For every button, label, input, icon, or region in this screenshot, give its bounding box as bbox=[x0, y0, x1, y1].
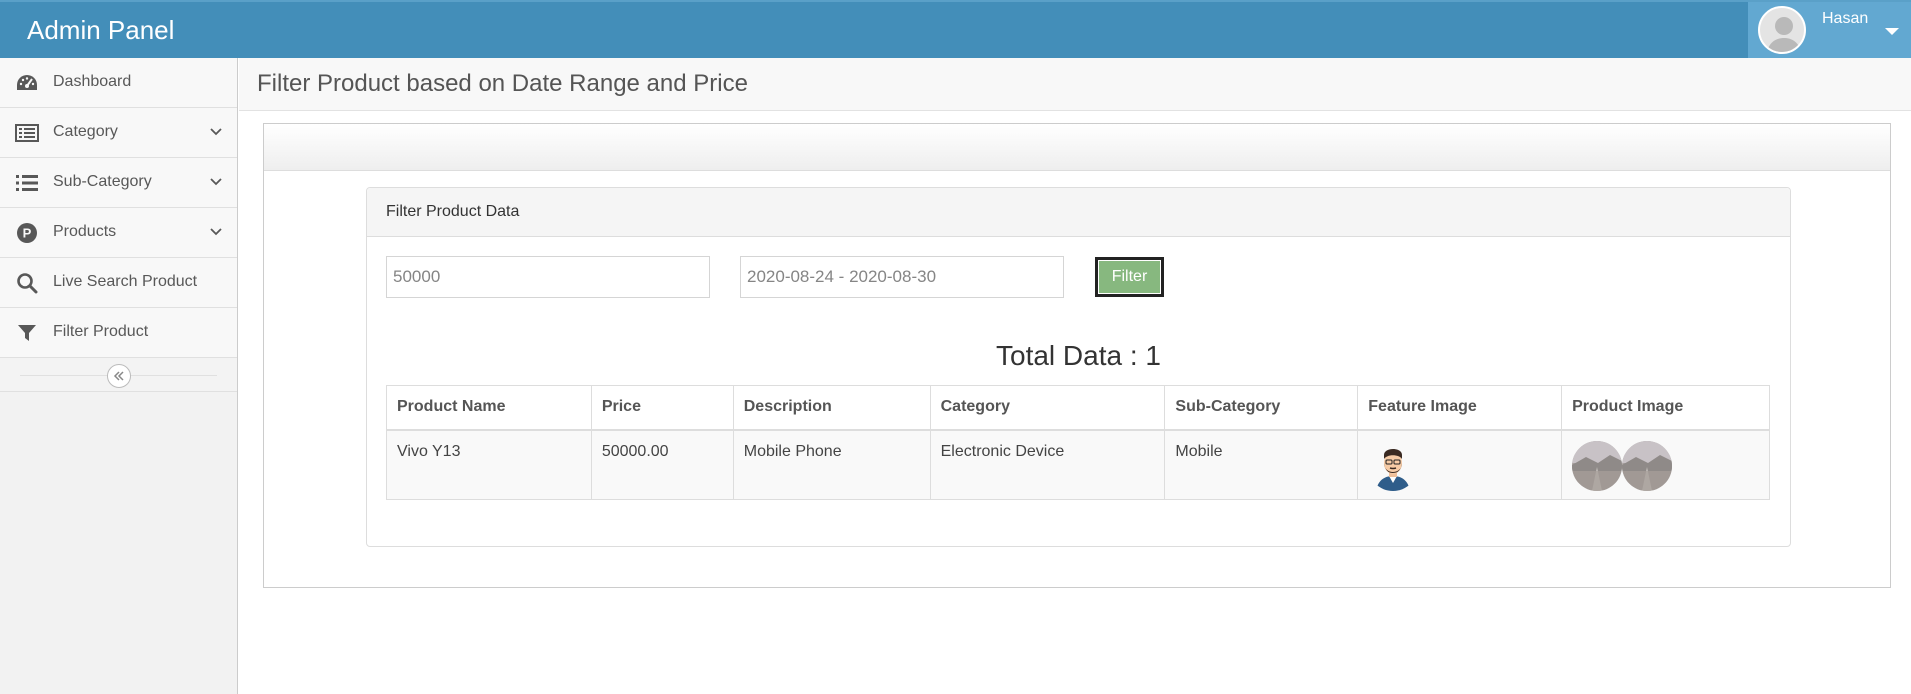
date-range-input[interactable] bbox=[740, 256, 1064, 298]
double-chevron-left-icon bbox=[113, 371, 124, 381]
chevron-down-icon bbox=[210, 178, 222, 186]
svg-text:P: P bbox=[23, 226, 32, 241]
cell-product-name: Vivo Y13 bbox=[386, 429, 592, 500]
column-header-product-name: Product Name bbox=[386, 385, 592, 431]
panel-title: Filter Product Data bbox=[386, 203, 520, 220]
cell-description: Mobile Phone bbox=[732, 429, 931, 500]
feature-image-thumbnail[interactable] bbox=[1368, 440, 1419, 491]
cell-price: 50000.00 bbox=[590, 429, 734, 500]
sidebar-collapse-button[interactable] bbox=[107, 364, 131, 388]
sidebar: Dashboard Category Sub-Category P Produc… bbox=[0, 58, 238, 694]
product-table: Product Name Price Description Category … bbox=[386, 385, 1770, 500]
sidebar-item-sub-category[interactable]: Sub-Category bbox=[0, 158, 237, 208]
sidebar-collapse-bar bbox=[0, 358, 237, 392]
column-header-category: Category bbox=[929, 385, 1166, 431]
column-header-description: Description bbox=[732, 385, 931, 431]
user-menu[interactable]: Hasan bbox=[1748, 2, 1911, 60]
sidebar-item-label: Live Search Product bbox=[53, 273, 198, 290]
sidebar-item-products[interactable]: P Products bbox=[0, 208, 237, 258]
search-icon bbox=[15, 273, 39, 294]
brand-title[interactable]: Admin Panel bbox=[27, 14, 174, 46]
list-alt-icon bbox=[15, 123, 39, 143]
landscape-photo-icon bbox=[1622, 440, 1673, 491]
panel-heading: Filter Product Data bbox=[367, 188, 1790, 237]
user-avatar[interactable] bbox=[1758, 6, 1806, 54]
cell-feature-image bbox=[1357, 429, 1563, 500]
filter-button[interactable]: Filter bbox=[1095, 257, 1164, 297]
table-header-row: Product Name Price Description Category … bbox=[386, 385, 1770, 431]
page-header: Filter Product based on Date Range and P… bbox=[239, 58, 1911, 111]
product-p-icon: P bbox=[15, 223, 39, 243]
product-image-thumbnail[interactable] bbox=[1622, 440, 1673, 491]
cell-product-images bbox=[1561, 429, 1770, 500]
cell-category: Electronic Device bbox=[929, 429, 1166, 500]
column-header-sub-category: Sub-Category bbox=[1164, 385, 1359, 431]
cell-sub-category: Mobile bbox=[1164, 429, 1359, 500]
dashboard-icon bbox=[15, 73, 39, 93]
price-input[interactable] bbox=[386, 256, 710, 298]
table-row: Vivo Y13 50000.00 Mobile Phone Electroni… bbox=[386, 429, 1770, 500]
sidebar-item-category[interactable]: Category bbox=[0, 108, 237, 158]
sidebar-item-dashboard[interactable]: Dashboard bbox=[0, 58, 237, 108]
product-image-thumbnail[interactable] bbox=[1572, 440, 1623, 491]
sidebar-item-label: Products bbox=[53, 223, 117, 240]
total-data-count: Total Data : 1 bbox=[996, 340, 1161, 371]
column-header-product-image: Product Image bbox=[1561, 385, 1770, 431]
chevron-down-icon bbox=[210, 228, 222, 236]
user-name[interactable]: Hasan bbox=[1822, 10, 1868, 28]
sidebar-item-filter-product[interactable]: Filter Product bbox=[0, 308, 237, 358]
top-navbar: Admin Panel Hasan bbox=[0, 0, 1911, 60]
sidebar-item-label: Sub-Category bbox=[53, 173, 152, 190]
column-header-feature-image: Feature Image bbox=[1357, 385, 1563, 431]
page-title: Filter Product based on Date Range and P… bbox=[257, 70, 748, 97]
avatar-silhouette-icon bbox=[1760, 8, 1804, 52]
caret-down-icon[interactable] bbox=[1885, 28, 1899, 35]
filter-icon bbox=[15, 323, 39, 343]
widget-header bbox=[264, 124, 1890, 171]
sidebar-item-live-search-product[interactable]: Live Search Product bbox=[0, 258, 237, 308]
chevron-down-icon bbox=[210, 128, 222, 136]
landscape-photo-icon bbox=[1572, 440, 1623, 491]
column-header-price: Price bbox=[590, 385, 734, 431]
sidebar-item-label: Category bbox=[53, 123, 118, 140]
sidebar-item-label: Filter Product bbox=[53, 323, 149, 340]
sidebar-item-label: Dashboard bbox=[53, 73, 132, 90]
list-icon bbox=[15, 173, 39, 193]
bearded-man-avatar-icon bbox=[1368, 440, 1419, 491]
